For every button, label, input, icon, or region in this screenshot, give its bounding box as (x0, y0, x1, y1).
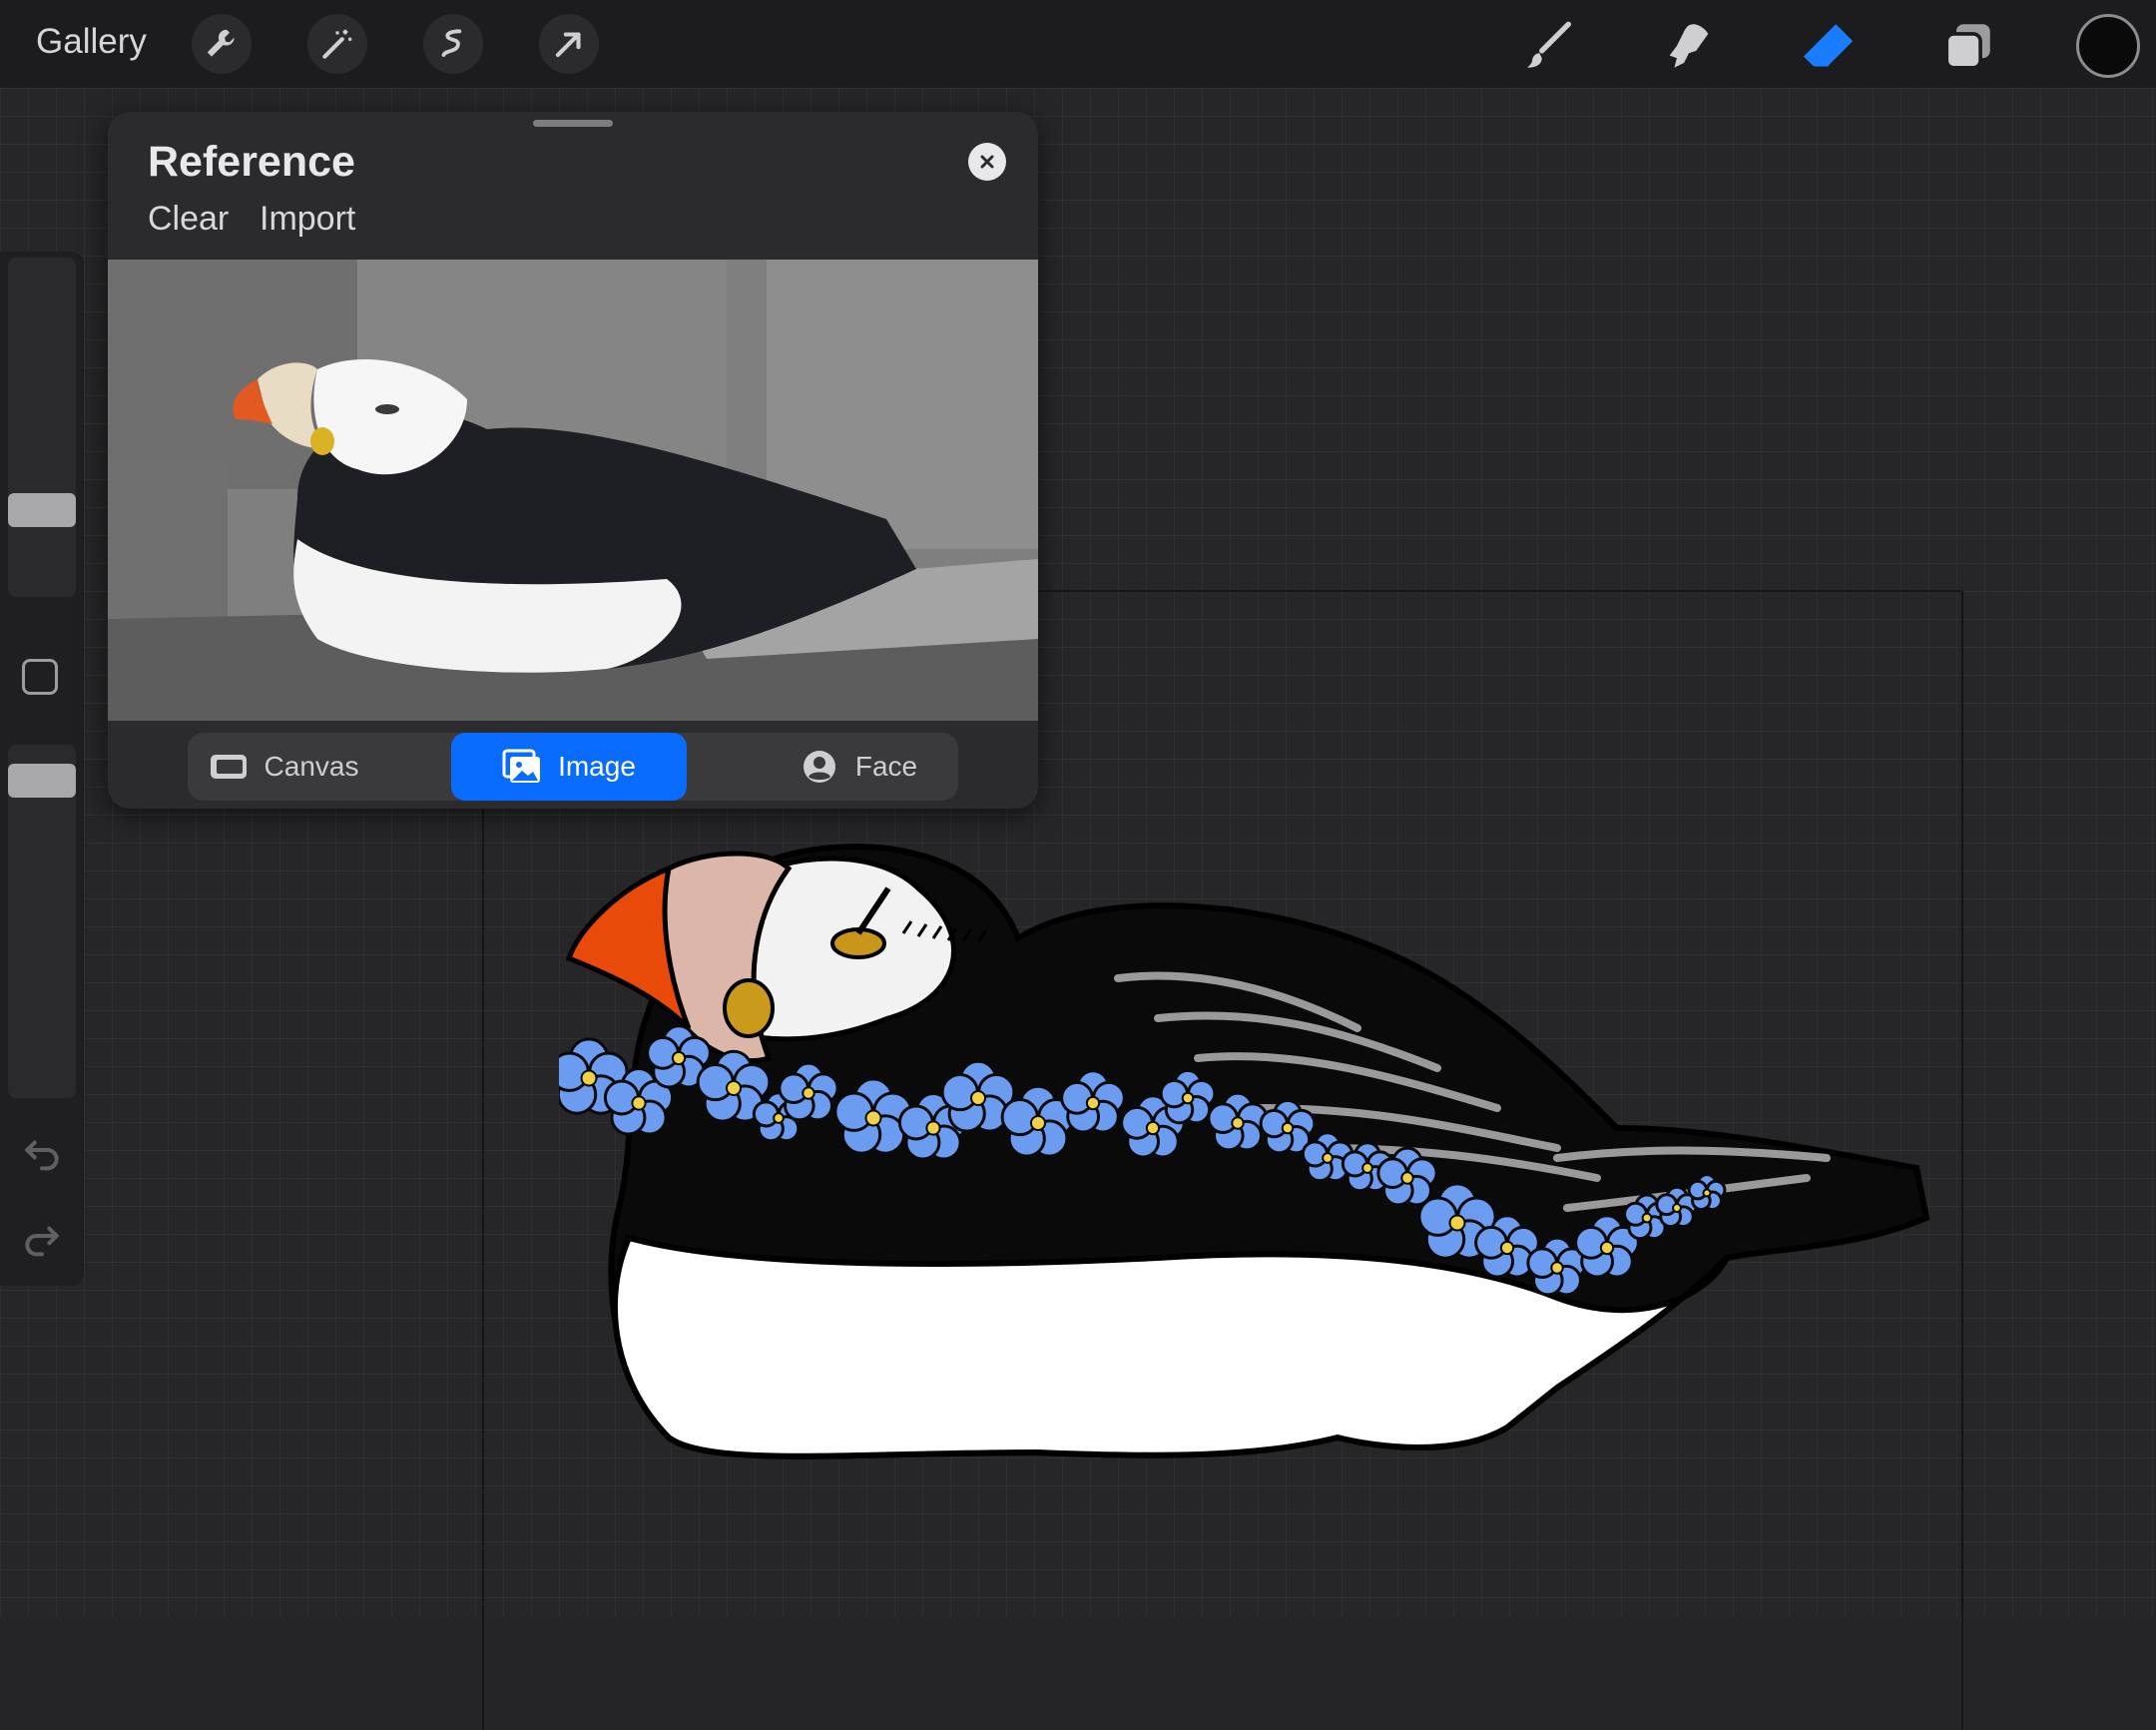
selection-icon[interactable] (423, 14, 483, 74)
brush-icon[interactable] (1517, 14, 1581, 78)
opacity-slider[interactable] (8, 745, 76, 1098)
import-button[interactable]: Import (260, 200, 355, 239)
gallery-button[interactable]: Gallery (36, 22, 147, 62)
image-icon (502, 749, 541, 783)
magic-wand-icon[interactable] (307, 14, 367, 74)
canvas-icon (210, 755, 247, 779)
tab-label: Face (854, 751, 918, 782)
reference-panel: Reference Clear Import Canvas Image Face (108, 112, 1038, 809)
opacity-knob[interactable] (8, 764, 76, 799)
face-icon (803, 751, 835, 783)
reference-image (108, 260, 1038, 721)
tab-label: Image (558, 751, 636, 782)
brush-size-knob[interactable] (8, 493, 76, 527)
panel-grabber[interactable] (533, 120, 613, 127)
tab-label: Canvas (264, 751, 359, 782)
brush-size-slider[interactable] (8, 258, 76, 597)
left-sidebar (0, 252, 84, 1286)
undo-icon[interactable] (20, 1128, 64, 1172)
layers-icon[interactable] (1936, 14, 2000, 78)
tab-image[interactable]: Image (451, 733, 687, 801)
tab-face[interactable]: Face (759, 733, 958, 801)
top-toolbar: Gallery (0, 0, 2156, 88)
modify-button[interactable] (22, 659, 58, 695)
color-swatch-button[interactable] (2076, 14, 2140, 78)
smudge-icon[interactable] (1657, 14, 1721, 78)
redo-icon[interactable] (20, 1214, 64, 1258)
reference-mode-control: Canvas Image Face (188, 733, 958, 801)
tab-canvas[interactable]: Canvas (188, 733, 379, 801)
wrench-icon[interactable] (192, 14, 252, 74)
close-icon[interactable] (968, 143, 1006, 181)
transform-arrow-icon[interactable] (539, 14, 599, 74)
eraser-icon[interactable] (1797, 14, 1861, 78)
puffin-illustration[interactable] (559, 829, 1936, 1467)
panel-title: Reference (148, 138, 355, 186)
clear-button[interactable]: Clear (148, 200, 229, 239)
